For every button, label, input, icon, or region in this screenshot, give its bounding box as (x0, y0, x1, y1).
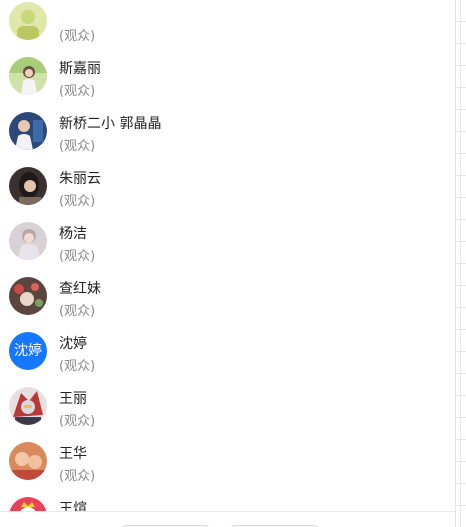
photo-avatar-icon (9, 277, 47, 315)
list-item[interactable]: 沈婷 沈婷 (观众) (0, 315, 455, 374)
member-name: 杨洁 (59, 226, 87, 242)
photo-avatar-icon (9, 57, 47, 95)
member-list: (观众) 斯嘉丽 (观众) 新桥二小 郭晶晶 (观众) 朱丽云 (观众) 杨洁 … (0, 0, 455, 527)
avatar (9, 442, 47, 480)
avatar (9, 57, 47, 95)
list-item[interactable]: 朱丽云 (观众) (0, 150, 455, 209)
member-name: 王华 (59, 446, 87, 462)
avatar: 沈婷 (9, 332, 47, 370)
member-name: 新桥二小 郭晶晶 (59, 116, 162, 132)
photo-avatar-icon (9, 2, 47, 40)
photo-avatar-icon (9, 167, 47, 205)
list-item[interactable]: 王华 (观众) (0, 425, 455, 484)
member-name: 斯嘉丽 (59, 61, 101, 77)
member-name: 朱丽云 (59, 171, 101, 187)
list-item[interactable]: 杨洁 (观众) (0, 205, 455, 264)
member-list-panel: (观众) 斯嘉丽 (观众) 新桥二小 郭晶晶 (观众) 朱丽云 (观众) 杨洁 … (0, 0, 455, 527)
photo-avatar-icon (9, 442, 47, 480)
list-item[interactable]: 王丽 (观众) (0, 370, 455, 429)
avatar (9, 167, 47, 205)
list-item[interactable]: 斯嘉丽 (观众) (0, 40, 455, 99)
member-name: 王丽 (59, 391, 87, 407)
avatar (9, 112, 47, 150)
list-item[interactable]: 查红妹 (观众) (0, 260, 455, 319)
background-grid-line (460, 0, 461, 527)
photo-avatar-icon (9, 112, 47, 150)
avatar (9, 277, 47, 315)
avatar (9, 2, 47, 40)
member-name: 查红妹 (59, 281, 101, 297)
bottom-toolbar (0, 511, 455, 527)
list-item[interactable]: (观众) (0, 0, 455, 44)
background-grid (456, 0, 466, 527)
member-name: 沈婷 (59, 336, 87, 352)
avatar (9, 387, 47, 425)
list-item[interactable]: 新桥二小 郭晶晶 (观众) (0, 95, 455, 154)
member-list-window: (观众) 斯嘉丽 (观众) 新桥二小 郭晶晶 (观众) 朱丽云 (观众) 杨洁 … (0, 0, 466, 527)
avatar (9, 222, 47, 260)
photo-avatar-icon (9, 387, 47, 425)
photo-avatar-icon (9, 222, 47, 260)
